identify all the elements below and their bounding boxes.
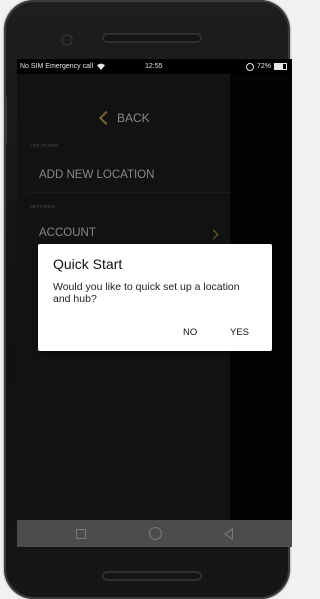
volume-button	[4, 96, 7, 144]
navigation-bar	[17, 520, 292, 547]
no-button[interactable]: NO	[183, 327, 197, 338]
phone-frame: No SIM Emergency call 12:55 72% BACK LOC…	[4, 0, 292, 599]
status-right: 72%	[245, 59, 287, 74]
front-camera	[61, 34, 73, 46]
yes-button[interactable]: YES	[230, 327, 249, 338]
nav-home-icon[interactable]	[149, 527, 162, 540]
status-time: 12:55	[145, 63, 163, 70]
alarm-icon	[245, 62, 254, 71]
status-bar: No SIM Emergency call 12:55 72%	[17, 59, 292, 74]
battery-percent: 72%	[256, 63, 271, 70]
earpiece-speaker	[102, 33, 202, 43]
bottom-speaker	[102, 571, 202, 581]
status-left: No SIM Emergency call	[20, 59, 106, 74]
nav-recents-icon[interactable]	[76, 529, 86, 539]
dialog-message: Would you like to quick set up a locatio…	[53, 281, 240, 305]
battery-icon	[274, 63, 287, 70]
nav-back-icon[interactable]	[224, 528, 233, 540]
wifi-icon	[97, 63, 106, 70]
carrier-text: No SIM Emergency call	[20, 63, 94, 70]
quick-start-dialog: Quick Start Would you like to quick set …	[38, 244, 272, 351]
screen: No SIM Emergency call 12:55 72% BACK LOC…	[17, 59, 292, 547]
dialog-title: Quick Start	[53, 256, 123, 272]
